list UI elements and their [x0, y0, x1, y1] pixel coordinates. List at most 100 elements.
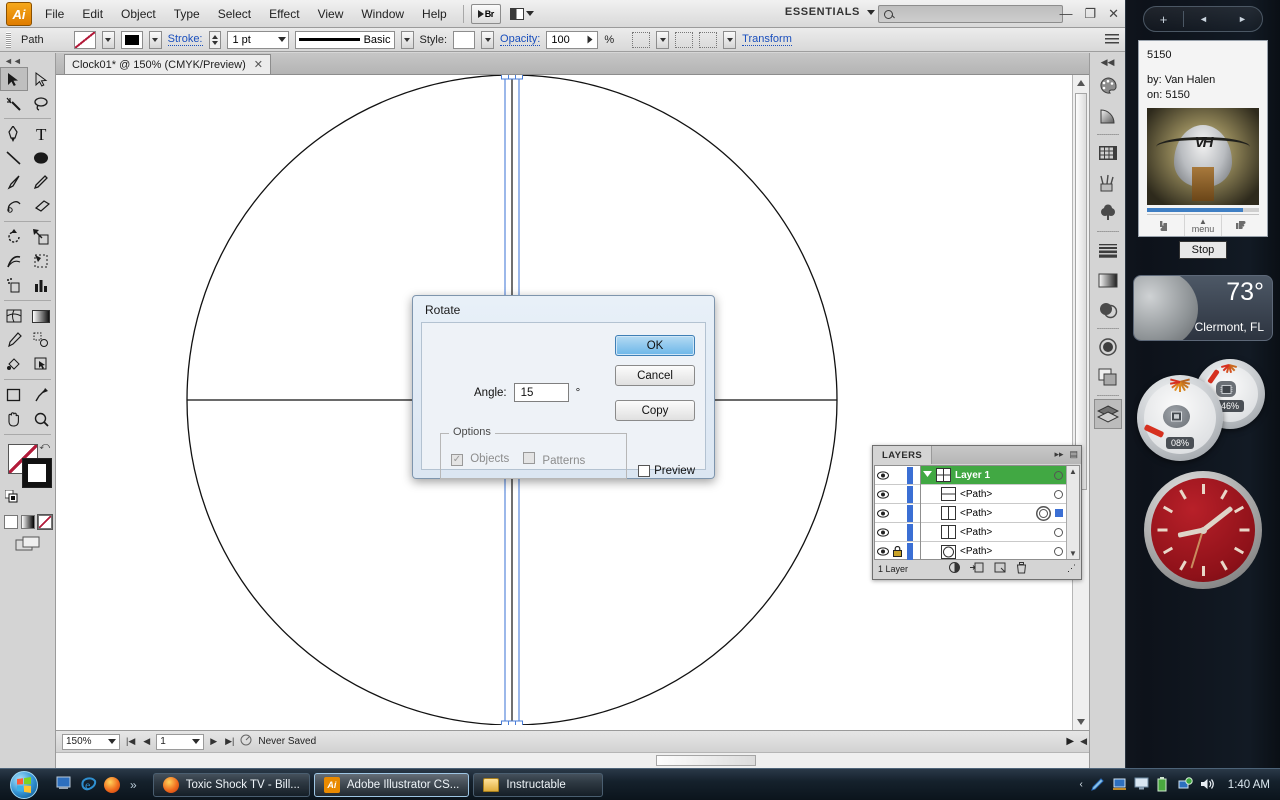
objects-checkbox[interactable]	[451, 454, 463, 466]
isolate-selected-object-icon[interactable]	[675, 32, 693, 48]
select-similar-icon[interactable]	[699, 32, 717, 48]
color-panel-icon[interactable]	[1094, 71, 1122, 101]
player-menu-button[interactable]: ▲ menu	[1185, 215, 1223, 236]
layer-row-path-4[interactable]: <Path>	[921, 542, 1066, 561]
zoom-tool[interactable]	[28, 407, 56, 431]
eye-icon[interactable]	[875, 471, 890, 480]
rotate-dialog[interactable]: Rotate Angle: 15 ° Options Objects Patte…	[412, 295, 715, 479]
menu-select[interactable]: Select	[209, 3, 260, 25]
panel-resize-grip[interactable]: ⋰	[1067, 563, 1076, 574]
menu-object[interactable]: Object	[112, 3, 165, 25]
gradient-panel-icon[interactable]	[1094, 265, 1122, 295]
stroke-color-box[interactable]	[22, 458, 52, 488]
type-tool[interactable]: T	[28, 122, 56, 146]
taskbar-button-illustrator[interactable]: Ai Adobe Illustrator CS...	[314, 773, 470, 797]
volume-icon[interactable]	[1200, 777, 1215, 792]
zoom-level-select[interactable]: 150%	[62, 734, 120, 750]
layers-scrollbar[interactable]: ▲ ▼	[1066, 466, 1079, 559]
angle-input[interactable]: 15	[514, 383, 569, 402]
make-new-sublayer-icon[interactable]	[970, 562, 984, 575]
blend-tool[interactable]	[28, 328, 56, 352]
magic-wand-tool[interactable]	[0, 91, 28, 115]
previous-gadget-button[interactable]: ◄	[1184, 14, 1223, 24]
make-new-layer-icon[interactable]	[994, 562, 1006, 575]
panel-menu-icon[interactable]	[1105, 34, 1119, 46]
symbols-panel-icon[interactable]	[1094, 198, 1122, 228]
taskbar-button-instructable[interactable]: Instructable	[473, 773, 603, 797]
style-dropdown[interactable]	[481, 31, 494, 49]
blob-brush-tool[interactable]	[0, 194, 28, 218]
layer-name[interactable]: <Path>	[960, 489, 992, 500]
pen-tool[interactable]	[0, 122, 28, 146]
make-clipping-mask-icon[interactable]	[949, 562, 960, 575]
slice-tool[interactable]	[28, 383, 56, 407]
opacity-input[interactable]: 100	[546, 31, 598, 49]
swatches-panel-icon[interactable]	[1094, 138, 1122, 168]
workspace-switcher[interactable]: ESSENTIALS	[785, 6, 875, 18]
menu-window[interactable]: Window	[352, 3, 413, 25]
monitor-icon[interactable]	[1134, 777, 1149, 792]
free-transform-tool[interactable]	[28, 249, 56, 273]
first-artboard-button[interactable]: |◀	[124, 736, 137, 747]
display-icon[interactable]	[1112, 777, 1127, 792]
stroke-swatch[interactable]	[121, 31, 143, 49]
last-artboard-button[interactable]: ▶|	[223, 736, 236, 747]
stroke-panel-icon[interactable]	[1094, 235, 1122, 265]
menu-type[interactable]: Type	[165, 3, 209, 25]
layer-name[interactable]: <Path>	[960, 527, 992, 538]
appearance-panel-icon[interactable]	[1094, 332, 1122, 362]
vertical-scrollbar[interactable]	[1072, 75, 1089, 730]
maximize-button[interactable]: ❐	[1084, 6, 1096, 22]
stroke-weight-stepper[interactable]	[209, 31, 221, 49]
cpu-gauge[interactable]: 08%	[1137, 375, 1223, 461]
toolbox-collapse-button[interactable]: ◄◄	[0, 55, 55, 67]
layer-name[interactable]: <Path>	[960, 508, 992, 519]
system-gauges-gadget[interactable]: 46% 08%	[1133, 357, 1273, 463]
none-mode-button[interactable]	[38, 515, 52, 529]
scale-tool[interactable]	[28, 225, 56, 249]
taskbar-clock[interactable]: 1:40 AM	[1222, 779, 1276, 791]
default-fill-stroke-icon[interactable]	[5, 490, 18, 503]
next-gadget-button[interactable]: ►	[1223, 14, 1262, 24]
collapse-panel-icon[interactable]: ▸▸	[1054, 449, 1063, 460]
width-tool[interactable]	[0, 249, 28, 273]
taskbar-button-firefox[interactable]: Toxic Shock TV - Bill...	[153, 773, 310, 797]
line-segment-tool[interactable]	[0, 146, 28, 170]
layers-panel[interactable]: LAYERS ▸▸ ▤	[872, 445, 1082, 580]
align-to-selection-icon[interactable]	[632, 32, 650, 48]
brush-dropdown[interactable]	[401, 31, 414, 49]
target-indicator[interactable]	[1054, 471, 1063, 480]
progress-bar[interactable]	[1147, 208, 1259, 212]
firefox-icon[interactable]	[104, 777, 120, 793]
mesh-tool[interactable]	[0, 304, 28, 328]
status-menu-arrow[interactable]: ▶	[1066, 736, 1074, 747]
minimize-button[interactable]: ―	[1059, 6, 1072, 22]
layer-row-path-2[interactable]: <Path>	[921, 504, 1066, 523]
color-guide-icon[interactable]	[1094, 101, 1122, 131]
rotate-tool[interactable]	[0, 225, 28, 249]
panel-grip[interactable]	[6, 32, 11, 48]
graphic-style-swatch[interactable]	[453, 31, 475, 49]
brush-definition-select[interactable]: Basic	[295, 31, 395, 49]
next-artboard-button[interactable]: ▶	[208, 736, 219, 747]
layer-row-path-1[interactable]: <Path>	[921, 485, 1066, 504]
live-paint-selection-tool[interactable]	[28, 352, 56, 376]
objects-checkbox-row[interactable]: Objects	[451, 453, 509, 466]
menu-help[interactable]: Help	[413, 3, 456, 25]
start-button[interactable]	[2, 770, 46, 800]
panel-menu-icon[interactable]: ▤	[1069, 449, 1078, 460]
stroke-weight-input[interactable]: 1 pt	[227, 31, 289, 49]
status-display[interactable]: Never Saved ▶	[240, 734, 1074, 749]
gradient-tool[interactable]	[28, 304, 56, 328]
ellipse-tool[interactable]	[28, 146, 56, 170]
target-indicator[interactable]	[1054, 490, 1063, 499]
layers-panel-icon[interactable]	[1094, 399, 1122, 429]
swap-fill-stroke-icon[interactable]: ⤺	[39, 441, 50, 452]
internet-explorer-icon[interactable]: e	[80, 776, 98, 794]
layer-name[interactable]: Layer 1	[955, 470, 990, 481]
patterns-checkbox-row[interactable]: Patterns	[523, 452, 585, 467]
dock-expand-button[interactable]: ◀◀	[1090, 57, 1125, 71]
pen-tablet-icon[interactable]	[1090, 777, 1105, 792]
fill-swatch[interactable]	[74, 31, 96, 49]
ok-button[interactable]: OK	[615, 335, 695, 356]
